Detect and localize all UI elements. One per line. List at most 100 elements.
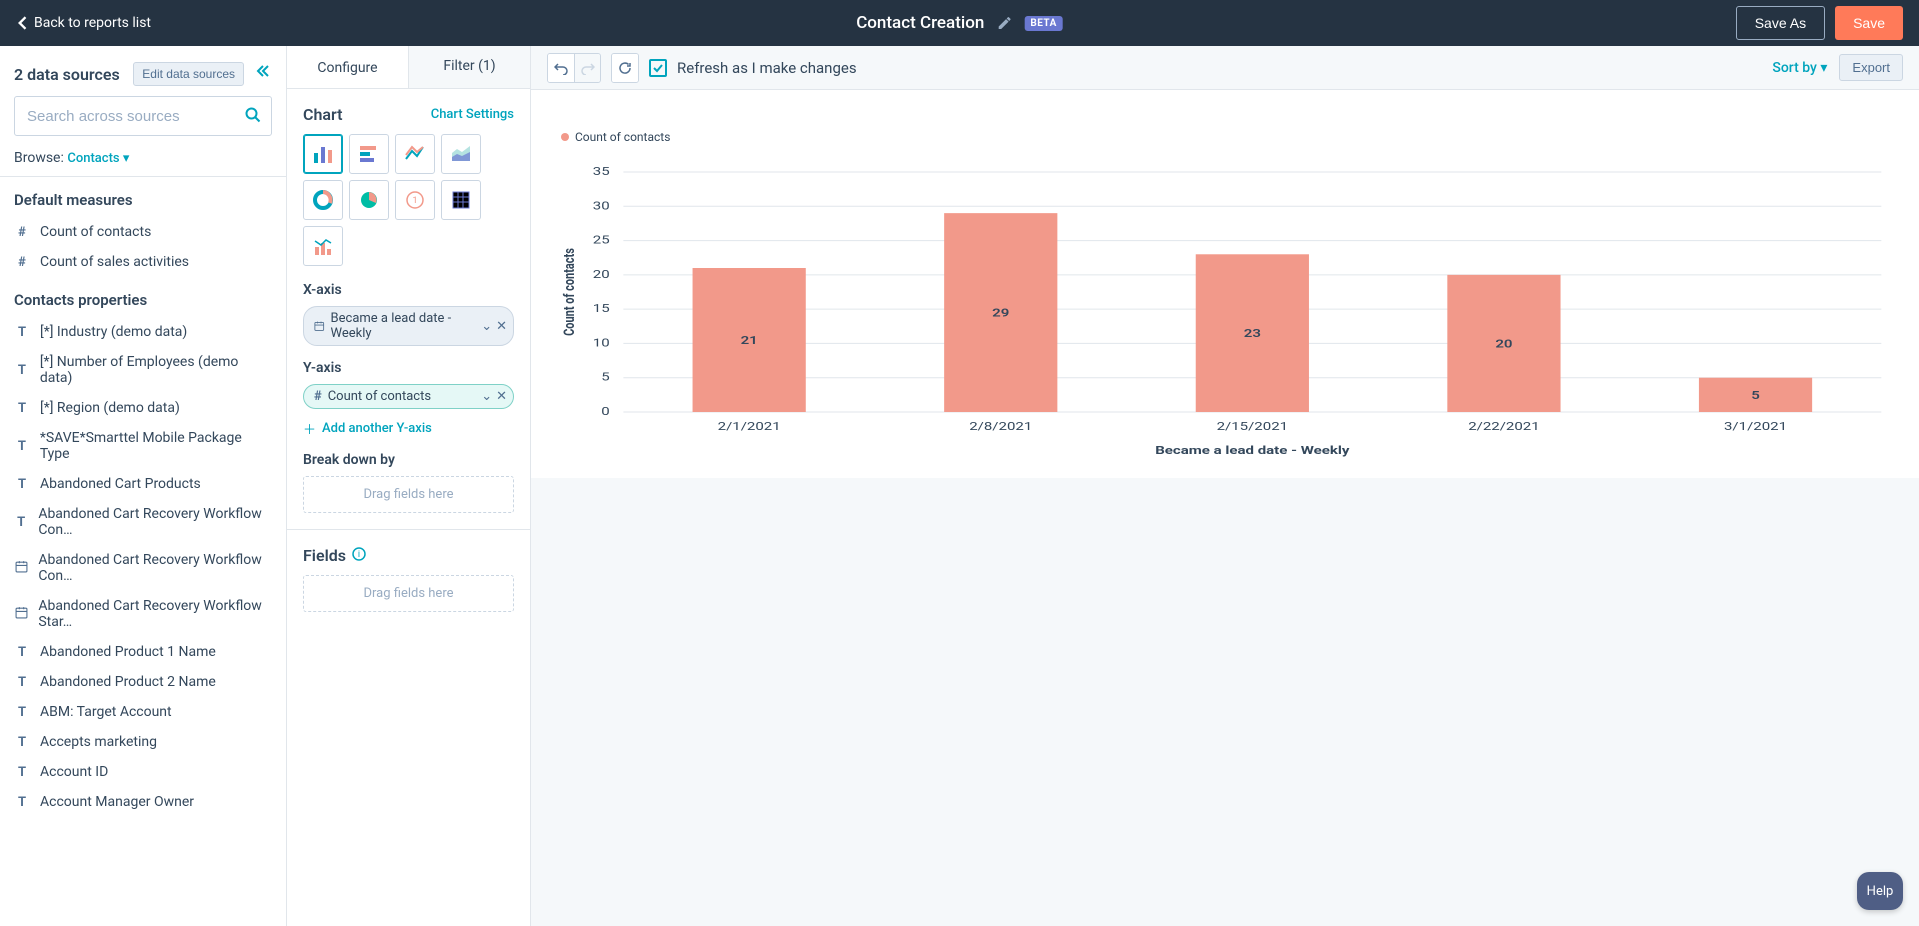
auto-refresh-checkbox[interactable]	[649, 59, 667, 77]
property-item[interactable]: TAbandoned Cart Products	[0, 469, 286, 499]
tab-filter[interactable]: Filter (1)	[408, 46, 530, 88]
property-item[interactable]: T[*] Number of Employees (demo data)	[0, 347, 286, 393]
chart-type-area[interactable]	[441, 134, 481, 174]
breakdown-dropzone[interactable]: Drag fields here	[303, 476, 514, 513]
property-label: Abandoned Cart Recovery Workflow Con…	[38, 552, 272, 584]
property-item[interactable]: Abandoned Cart Recovery Workflow Con…	[0, 545, 286, 591]
export-button[interactable]: Export	[1839, 54, 1903, 81]
remove-y-axis-icon[interactable]: ✕	[496, 389, 507, 404]
type-icon	[14, 606, 28, 623]
property-label: [*] Number of Employees (demo data)	[40, 354, 272, 386]
chart-type-donut[interactable]	[303, 180, 343, 220]
svg-text:29: 29	[992, 307, 1009, 320]
property-label: *SAVE*Smarttel Mobile Package Type	[40, 430, 272, 462]
svg-text:5: 5	[601, 372, 609, 385]
search-icon	[244, 106, 262, 128]
chart-type-pie[interactable]	[349, 180, 389, 220]
fields-dropzone[interactable]: Drag fields here	[303, 575, 514, 612]
search-input[interactable]	[14, 96, 272, 136]
fields-section-title: Fields	[303, 546, 346, 565]
save-as-button[interactable]: Save As	[1736, 6, 1825, 40]
svg-text:10: 10	[593, 337, 610, 350]
property-label: Abandoned Cart Recovery Workflow Star…	[38, 598, 272, 630]
top-bar: Back to reports list Contact Creation BE…	[0, 0, 1919, 46]
property-item[interactable]: T Account ID	[0, 757, 286, 787]
contacts-properties-header: Contacts properties	[0, 277, 286, 317]
property-item[interactable]: T[*] Industry (demo data)	[0, 317, 286, 347]
property-item[interactable]: T*SAVE*Smarttel Mobile Package Type	[0, 423, 286, 469]
property-item[interactable]: TAccepts marketing	[0, 727, 286, 757]
legend-label: Count of contacts	[575, 130, 670, 144]
property-item[interactable]: TAbandoned Product 2 Name	[0, 667, 286, 697]
svg-text:35: 35	[593, 166, 610, 179]
browse-dropdown[interactable]: Contacts ▾	[67, 151, 129, 166]
add-y-axis-link[interactable]: ＋ Add another Y-axis	[303, 419, 514, 438]
type-icon: T	[14, 795, 30, 810]
svg-text:20: 20	[593, 269, 610, 282]
sources-panel: 2 data sources Edit data sources Browse:…	[0, 46, 287, 926]
chart-legend: Count of contacts	[555, 130, 1895, 144]
chart-type-hbar[interactable]	[349, 134, 389, 174]
measure-item[interactable]: #Count of sales activities	[0, 247, 286, 277]
svg-text:30: 30	[593, 200, 610, 213]
auto-refresh-label: Refresh as I make changes	[677, 59, 857, 77]
chart-type-grid: 1	[303, 134, 514, 266]
type-icon: T	[14, 675, 30, 690]
edit-sources-button[interactable]: Edit data sources	[133, 62, 244, 86]
property-label: [*] Industry (demo data)	[40, 324, 187, 340]
undo-button[interactable]	[548, 54, 574, 82]
svg-text:Count of contacts: Count of contacts	[562, 248, 579, 336]
edit-title-icon[interactable]	[996, 15, 1012, 31]
svg-text:15: 15	[593, 303, 610, 316]
tab-configure[interactable]: Configure	[287, 46, 408, 88]
svg-text:3/1/2021: 3/1/2021	[1724, 421, 1787, 434]
refresh-button[interactable]	[612, 54, 638, 82]
svg-text:23: 23	[1244, 328, 1261, 341]
property-item[interactable]: TABM: Target Account	[0, 697, 286, 727]
type-icon: T	[14, 765, 30, 780]
info-icon[interactable]: i	[352, 547, 366, 565]
chart-type-line[interactable]	[395, 134, 435, 174]
x-axis-pill[interactable]: Became a lead date - Weekly ⌄✕	[303, 306, 514, 346]
property-item[interactable]: TAbandoned Product 1 Name	[0, 637, 286, 667]
property-label: Accepts marketing	[40, 734, 157, 750]
sources-count: 2 data sources	[14, 65, 123, 84]
save-button[interactable]: Save	[1835, 6, 1903, 40]
property-label: Account ID	[40, 764, 108, 780]
property-item[interactable]: T[*] Region (demo data)	[0, 393, 286, 423]
chart-type-table[interactable]	[441, 180, 481, 220]
property-item[interactable]: T Abandoned Cart Recovery Workflow Con…	[0, 499, 286, 545]
svg-text:5: 5	[1751, 390, 1760, 403]
chart-type-bar[interactable]	[303, 134, 343, 174]
chevron-down-icon: ▾	[123, 151, 130, 166]
property-label: Abandoned Cart Recovery Workflow Con…	[38, 506, 272, 538]
breakdown-label: Break down by	[303, 452, 514, 468]
property-item[interactable]: Abandoned Cart Recovery Workflow Star…	[0, 591, 286, 637]
y-axis-pill[interactable]: # Count of contacts ⌄✕	[303, 384, 514, 409]
property-label: Abandoned Cart Products	[40, 476, 201, 492]
svg-text:2/22/2021: 2/22/2021	[1468, 421, 1539, 434]
back-to-reports-link[interactable]: Back to reports list	[16, 15, 151, 31]
chart-panel: Refresh as I make changes Sort by ▾ Expo…	[531, 46, 1919, 926]
chevron-left-icon	[16, 16, 28, 30]
type-icon: T	[14, 515, 28, 530]
redo-button[interactable]	[574, 54, 600, 82]
svg-text:0: 0	[601, 406, 609, 419]
help-button[interactable]: Help	[1857, 872, 1903, 910]
chart-type-kpi[interactable]: 1	[395, 180, 435, 220]
measure-item[interactable]: #Count of contacts	[0, 217, 286, 247]
collapse-panel-icon[interactable]	[254, 63, 272, 85]
y-axis-label: Y-axis	[303, 360, 514, 376]
svg-text:i: i	[358, 550, 360, 560]
chevron-down-icon[interactable]: ⌄	[481, 389, 492, 404]
sort-by-dropdown[interactable]: Sort by ▾	[1772, 60, 1827, 76]
back-label: Back to reports list	[34, 15, 151, 31]
svg-text:1: 1	[412, 196, 417, 206]
chevron-down-icon[interactable]: ⌄	[481, 319, 492, 334]
remove-x-axis-icon[interactable]: ✕	[496, 319, 507, 334]
chart-type-combo[interactable]	[303, 226, 343, 266]
svg-text:25: 25	[593, 234, 610, 247]
svg-text:21: 21	[741, 335, 758, 348]
chart-settings-link[interactable]: Chart Settings	[431, 107, 514, 122]
property-item[interactable]: TAccount Manager Owner	[0, 787, 286, 817]
